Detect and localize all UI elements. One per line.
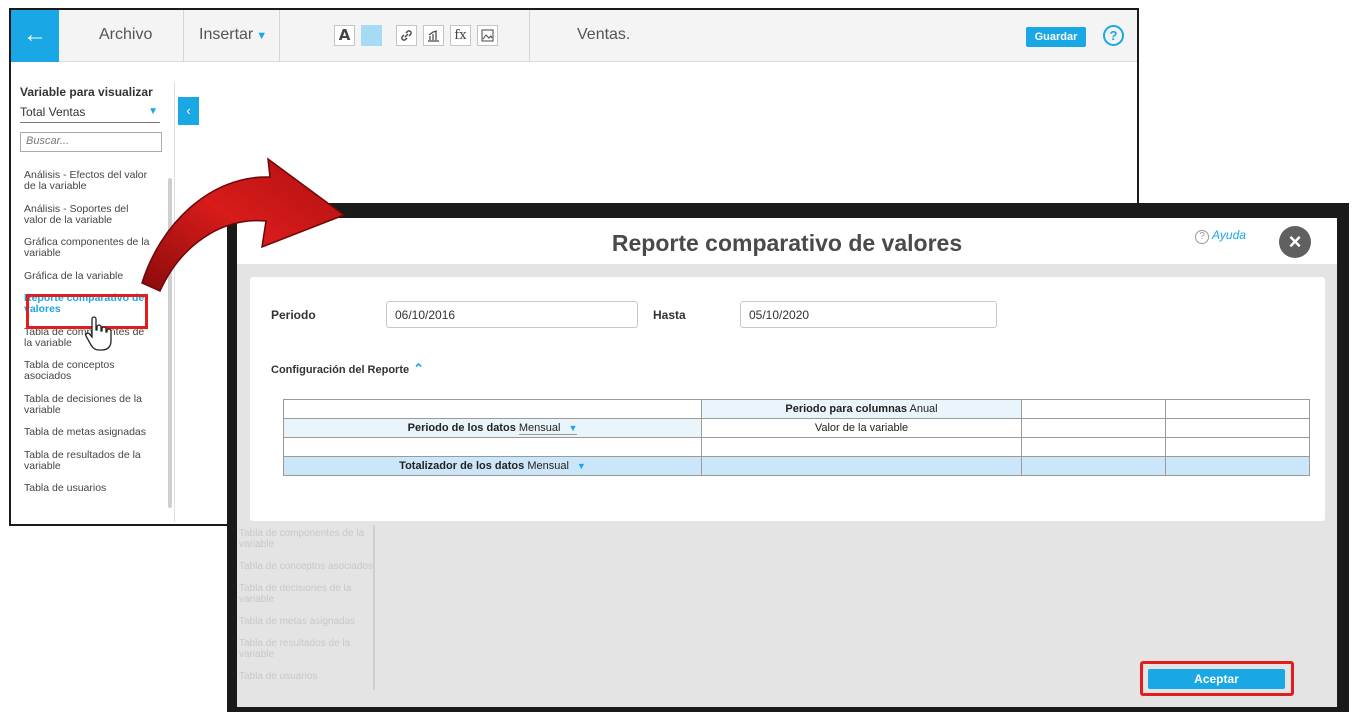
table-cell [1165,418,1310,438]
search-input[interactable]: Buscar... [20,132,162,152]
table-row: Totalizador de los datos Mensual ▼ [283,456,1310,476]
table-cell [283,437,702,457]
menu-insertar-label: Insertar [199,26,254,43]
totalizer-cell[interactable]: Totalizador de los datos Mensual ▼ [283,456,702,476]
link-icon[interactable] [396,25,417,46]
list-item: Tabla de conceptos asociados [239,561,373,572]
list-item: Tabla de metas asignadas [239,616,356,627]
save-button[interactable]: Guardar [1026,27,1086,47]
columns-period-cell[interactable]: Periodo para columnas Anual [701,399,1022,419]
close-icon[interactable]: × [1279,226,1311,258]
chevron-down-icon: ▼ [576,461,586,471]
sidebar-title: Variable para visualizar [20,85,153,99]
hand-cursor-icon [85,316,112,351]
list-item[interactable]: Tabla de decisiones de la variable [24,393,152,416]
data-period-value: Mensual [518,422,561,434]
modal-title: Reporte comparativo de valores [611,230,963,256]
modal-header: Reporte comparativo de valores ? Ayuda × [237,218,1337,264]
formula-icon[interactable]: fx [450,25,471,46]
config-toggle[interactable]: Configuración del Reporte ⌃ [271,361,424,377]
divider [183,10,184,62]
totalizer-value: Mensual [527,460,569,472]
fill-color-icon[interactable] [361,25,382,46]
callout-arrow-icon [141,157,346,292]
divider [529,10,530,62]
table-cell [1165,399,1310,419]
value-label-cell: Valor de la variable [701,418,1022,438]
chart-icon[interactable] [423,25,444,46]
table-cell [1021,456,1166,476]
list-item[interactable]: Tabla de conceptos asociados [24,360,152,382]
collapse-sidebar-button[interactable]: ‹ [178,97,199,125]
list-item: Tabla de usuarios [239,671,318,682]
data-period-cell[interactable]: Periodo de los datos Mensual ▼ [283,418,702,438]
table-row: Periodo de los datos Mensual ▼ Valor de l… [283,418,1310,438]
chevron-down-icon: ▼ [256,30,268,42]
help-link-label: Ayuda [1212,228,1246,242]
columns-period-label: Periodo para columnas [785,403,908,415]
top-toolbar: ← Archivo Insertar ▼ A fx Ventas. Guardar… [11,10,1137,62]
table-cell [1021,418,1166,438]
table-row: Periodo para columnas Anual [283,399,1310,419]
config-label: Configuración del Reporte [271,364,410,376]
help-icon: ? [1195,230,1209,244]
table-cell [1165,437,1310,457]
period-from-input[interactable]: 06/10/2016 [386,301,638,328]
report-settings-panel: Periodo 06/10/2016 Hasta 05/10/2020 Conf… [250,277,1325,521]
table-cell [701,456,1022,476]
list-item: Tabla de resultados de la variable [239,638,351,660]
period-label: Periodo [271,308,316,322]
period-to-input[interactable]: 05/10/2020 [740,301,997,328]
chevron-down-icon: ▼ [568,423,578,433]
table-cell [1021,399,1166,419]
report-modal: Reporte comparativo de valores ? Ayuda × … [227,203,1349,712]
totalizer-select[interactable]: Mensual ▼ [527,460,586,472]
list-item: Tabla de decisiones de la variable [239,583,352,605]
document-title: Ventas. [577,26,631,43]
list-item[interactable]: Tabla de usuarios [24,483,152,494]
font-icon[interactable]: A [334,25,355,46]
variable-select[interactable]: Total Ventas ▼ [20,105,160,123]
config-table: Periodo para columnas Anual Periodo de l… [283,399,1310,476]
table-cell [1021,437,1166,457]
variable-select-value: Total Ventas [20,105,86,119]
list-item[interactable]: Tabla de metas asignadas [24,427,152,438]
list-item: Tabla de componentes de la variable [239,528,365,550]
columns-period-value: Anual [909,403,938,415]
background-list: Tabla de componentes de la variable Tabl… [237,528,377,693]
divider [373,525,375,690]
highlight-box [1140,661,1294,696]
data-period-label: Periodo de los datos [407,422,516,434]
list-item[interactable]: Tabla de resultados de la variable [24,449,152,472]
totalizer-label: Totalizador de los datos [399,460,525,472]
menu-insertar[interactable]: Insertar ▼ [199,10,267,62]
chevron-down-icon: ▼ [148,106,158,117]
help-icon[interactable]: ? [1103,25,1124,46]
modal-body: Reporte comparativo de valores ? Ayuda × … [237,218,1337,707]
table-cell [701,437,1022,457]
menu-archivo[interactable]: Archivo [99,10,152,62]
until-label: Hasta [653,308,686,322]
back-arrow-icon[interactable]: ← [11,10,59,62]
table-cell [1165,456,1310,476]
chevron-up-icon: ⌃ [413,361,425,376]
image-icon[interactable] [477,25,498,46]
help-link[interactable]: ? Ayuda [1195,228,1246,244]
data-period-select[interactable]: Mensual ▼ [518,422,578,435]
divider [279,10,280,62]
table-cell [283,399,702,419]
table-row [283,437,1310,457]
